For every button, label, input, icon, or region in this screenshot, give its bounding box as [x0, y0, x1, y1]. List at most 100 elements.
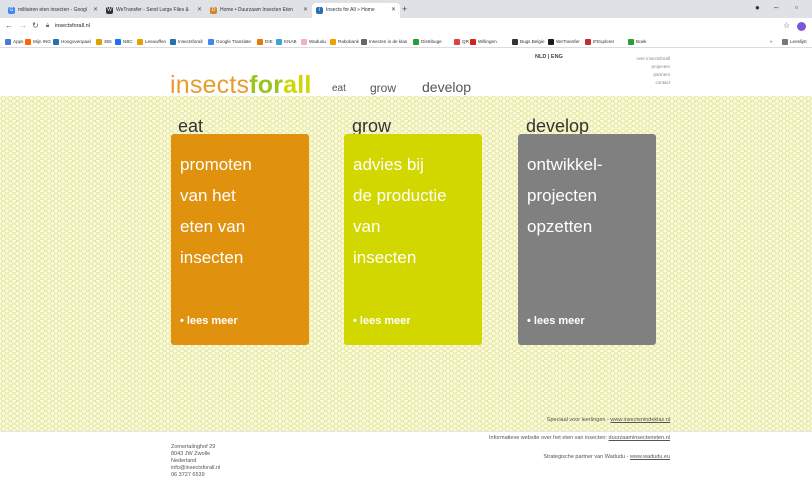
- bookmark-favicon-icon: [25, 39, 31, 45]
- lang-nl-link[interactable]: NLD: [535, 54, 546, 60]
- bookmark-item[interactable]: IFExplorer: [585, 37, 614, 46]
- browser-tab-bar: G militairen eten insecten - Googl ✕ W W…: [0, 0, 812, 18]
- close-tab-icon[interactable]: ✕: [391, 3, 396, 18]
- bookmark-favicon-icon: [413, 39, 419, 45]
- lees-meer-link-eat[interactable]: • lees meer: [180, 315, 238, 327]
- bookmark-item[interactable]: Boek: [628, 37, 646, 46]
- minimize-icon[interactable]: –: [774, 2, 778, 14]
- lang-en-link[interactable]: ENG: [551, 54, 563, 60]
- nav-grow[interactable]: grow: [370, 81, 396, 95]
- bookmark-item[interactable]: Wadudu: [301, 37, 326, 46]
- link-insecteninde-klas[interactable]: www.insectenindeklas.nl: [610, 417, 670, 423]
- close-tab-icon[interactable]: ✕: [197, 3, 202, 18]
- bookmark-favicon-icon: [470, 39, 476, 45]
- bookmark-item[interactable]: Google Translate: [208, 37, 251, 46]
- bookmarks-bar: Apps Mijn ING Hoogovenpaal 365 NBC Leeuw…: [0, 35, 812, 48]
- toplink-contact[interactable]: contact: [600, 79, 670, 87]
- bookmark-item[interactable]: Bugs Belgie: [512, 37, 545, 46]
- bookmark-favicon-icon: [96, 39, 102, 45]
- develop-card[interactable]: ontwikkel- projecten opzetten • lees mee…: [518, 134, 656, 345]
- bookmark-item[interactable]: DIE: [257, 37, 273, 46]
- bookmark-item[interactable]: Hoogovenpaal: [53, 37, 91, 46]
- bookmark-favicon-icon: [208, 39, 214, 45]
- bookmark-favicon-icon: [628, 39, 634, 45]
- browser-tab-active[interactable]: i Insects for All » Home ✕: [312, 3, 400, 18]
- lees-meer-link-grow[interactable]: • lees meer: [353, 315, 411, 327]
- insectsforall-icon: i: [316, 7, 323, 14]
- browser-tab[interactable]: G militairen eten insecten - Googl ✕: [4, 3, 102, 18]
- bookmark-favicon-icon: [548, 39, 554, 45]
- reading-list-item[interactable]: Leeslijst: [782, 37, 807, 46]
- toplink-over[interactable]: over insectsforall: [600, 55, 670, 63]
- bookmark-item[interactable]: 365: [96, 37, 112, 46]
- bookmark-item[interactable]: Mijn ING: [25, 37, 51, 46]
- wetransfer-icon: W: [106, 7, 113, 14]
- footer-line-wadudu: Strategische partner van Wadudu - www.wa…: [543, 454, 670, 460]
- bookmark-favicon-icon: [137, 39, 143, 45]
- bookmark-favicon-icon: [115, 39, 121, 45]
- toplink-partners[interactable]: partners: [600, 71, 670, 79]
- bookmark-item[interactable]: QR: [454, 37, 469, 46]
- google-icon: G: [8, 7, 15, 14]
- footer-divider: [0, 431, 812, 432]
- top-links: over insectsforall projecten partners co…: [600, 55, 670, 87]
- lees-meer-link-develop[interactable]: • lees meer: [527, 315, 585, 327]
- extension-icon[interactable]: ●: [755, 2, 760, 14]
- bookmark-star-icon[interactable]: ☆: [783, 20, 790, 32]
- url-field[interactable]: insectsforall.nl: [55, 21, 90, 32]
- bookmark-item[interactable]: WeTransfer: [548, 37, 580, 46]
- bookmark-apps[interactable]: Apps: [5, 37, 23, 46]
- lock-icon: 🔒︎: [46, 23, 50, 29]
- bookmark-favicon-icon: [454, 39, 460, 45]
- bookmark-item[interactable]: Distribuge: [413, 37, 442, 46]
- card-text: promoten van het eten van insecten: [180, 155, 252, 267]
- bookmark-favicon-icon: [276, 39, 282, 45]
- nav-eat[interactable]: eat: [332, 83, 346, 94]
- close-tab-icon[interactable]: ✕: [303, 3, 308, 18]
- tab-title: WeTransfer - Send Large Files &: [116, 7, 189, 13]
- footer-line-informatief: Informatieve website over het eten van i…: [488, 435, 670, 441]
- card-text: advies bij de productie van insecten: [353, 155, 447, 267]
- nav-develop[interactable]: develop: [422, 79, 471, 95]
- tab-title: Home • Duurzaam Insecten Eten: [220, 7, 293, 13]
- bookmark-favicon-icon: [330, 39, 336, 45]
- browser-tab[interactable]: D Home • Duurzaam Insecten Eten ✕: [206, 3, 312, 18]
- toplink-projecten[interactable]: projecten: [600, 63, 670, 71]
- bookmark-item[interactable]: Rabobank: [330, 37, 359, 46]
- grow-card[interactable]: advies bij de productie van insecten • l…: [344, 134, 482, 345]
- footer-address: Zomertalinghof 29 8043 JW Zwolle Nederla…: [171, 444, 221, 478]
- address-bar: ← → ↻ 🔒︎ insectsforall.nl ☆: [0, 18, 812, 35]
- lang-separator: |: [547, 54, 550, 60]
- bookmark-item[interactable]: Willingen: [470, 37, 497, 46]
- tab-title: Insects for All » Home: [326, 7, 375, 13]
- bookmark-favicon-icon: [53, 39, 59, 45]
- new-tab-plus-icon[interactable]: +: [402, 3, 407, 16]
- forward-arrow-icon[interactable]: →: [19, 20, 27, 32]
- language-switcher: NLD | ENG: [535, 54, 563, 60]
- bookmark-item[interactable]: Insectsforall: [170, 37, 203, 46]
- bookmark-item[interactable]: KNAB: [276, 37, 297, 46]
- bookmarks-overflow-chevron-icon[interactable]: »: [770, 37, 773, 46]
- footer-line-leerlingen: Speciaal voor leerlingen - www.insecteni…: [546, 417, 670, 423]
- bookmark-favicon-icon: [361, 39, 367, 45]
- bookmark-item[interactable]: Insecten in de klas: [361, 37, 407, 46]
- web-page: NLD | ENG over insectsforall projecten p…: [0, 49, 812, 494]
- site-logo[interactable]: insectsforall: [170, 71, 312, 99]
- maximize-icon[interactable]: ▫: [795, 2, 798, 14]
- duurzaam-icon: D: [210, 7, 217, 14]
- profile-avatar-icon[interactable]: [797, 22, 806, 31]
- bookmark-item[interactable]: Leeuwffen: [137, 37, 166, 46]
- link-wadudu[interactable]: www.wadudu.eu: [630, 454, 670, 460]
- bookmark-favicon-icon: [585, 39, 591, 45]
- close-tab-icon[interactable]: ✕: [93, 3, 98, 18]
- reload-icon[interactable]: ↻: [32, 20, 39, 32]
- bookmark-favicon-icon: [301, 39, 307, 45]
- bookmark-favicon-icon: [170, 39, 176, 45]
- bookmark-favicon-icon: [257, 39, 263, 45]
- back-arrow-icon[interactable]: ←: [5, 20, 13, 32]
- link-duurzaaminsecteneten[interactable]: duurzaaminsecteneten.nl: [609, 435, 670, 441]
- browser-tab[interactable]: W WeTransfer - Send Large Files & ✕: [102, 3, 206, 18]
- bookmark-item[interactable]: NBC: [115, 37, 133, 46]
- eat-card[interactable]: promoten van het eten van insecten • lee…: [171, 134, 309, 345]
- footer-email[interactable]: info@insectsforall.nl: [171, 465, 220, 472]
